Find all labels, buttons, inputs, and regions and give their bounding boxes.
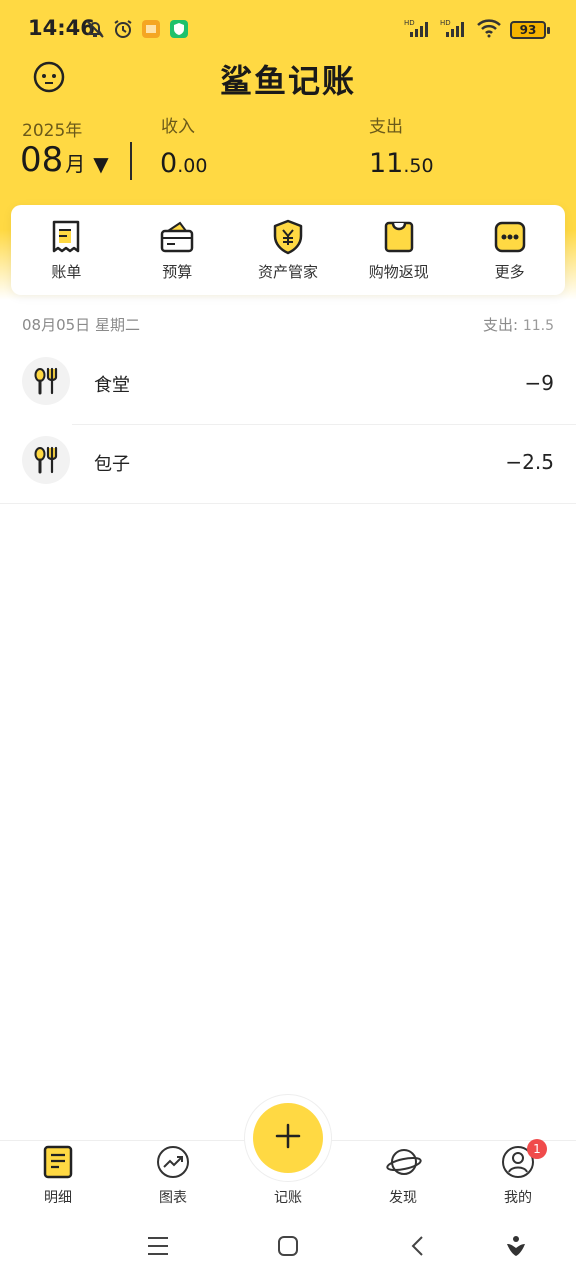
quick-menu: 账单 预算 资产管家 购物返现 更多 — [11, 205, 565, 295]
app-screen: 14:46 HD HD 93 鲨鱼记账 2025年 08 月 ▼ 收入 0.00… — [0, 0, 576, 1280]
income-decimal: .00 — [177, 155, 208, 177]
income-value: 0.00 — [160, 148, 207, 179]
expense-label: 支出 — [369, 117, 403, 137]
record-row[interactable]: 包子 −2.5 — [0, 424, 576, 504]
year-label[interactable]: 2025年 — [22, 116, 82, 141]
food-icon — [22, 436, 70, 484]
quick-item-bill[interactable]: 账单 — [11, 205, 122, 295]
tab-chart[interactable]: 图表 — [123, 1141, 223, 1211]
record-amount: −9 — [524, 371, 554, 395]
quick-item-more[interactable]: 更多 — [454, 205, 565, 295]
quick-item-label: 账单 — [51, 263, 82, 281]
tab-label: 我的 — [504, 1190, 532, 1206]
security-app-icon — [168, 18, 190, 40]
bell-off-icon — [84, 18, 106, 40]
day-expense-label: 支出: — [482, 316, 519, 334]
battery-icon: 93 — [510, 21, 550, 39]
record-amount: −2.5 — [505, 450, 554, 474]
profile-icon: 1 — [501, 1139, 547, 1179]
quick-item-budget[interactable]: 预算 — [122, 205, 233, 295]
more-dots-icon — [493, 219, 527, 255]
wifi-icon — [476, 18, 502, 42]
tab-label: 记账 — [274, 1190, 302, 1206]
status-icons-left — [84, 18, 190, 40]
svg-text:HD: HD — [440, 19, 451, 27]
quick-item-assets[interactable]: 资产管家 — [233, 205, 344, 295]
app-title: 鲨鱼记账 — [219, 62, 356, 100]
quick-item-label: 资产管家 — [257, 263, 318, 281]
budget-wallet-icon — [160, 219, 194, 255]
record-row[interactable]: 食堂 −9 — [0, 345, 576, 425]
chart-trend-icon — [156, 1145, 190, 1179]
quick-item-cashback[interactable]: 购物返现 — [343, 205, 454, 295]
record-date: 08月05日 星期二 — [22, 316, 140, 334]
home-square-icon[interactable] — [274, 1232, 302, 1260]
row-divider — [0, 503, 576, 504]
income-integer: 0 — [160, 148, 178, 179]
tab-label: 图表 — [159, 1190, 187, 1206]
month-unit: 月 — [65, 152, 86, 176]
header-divider — [130, 142, 132, 180]
record-category: 食堂 — [94, 375, 130, 396]
status-icons-right: HD HD 93 — [404, 18, 550, 42]
shopping-bag-icon — [382, 219, 416, 255]
bill-icon — [49, 219, 83, 255]
system-nav-bar — [0, 1210, 576, 1280]
record-category: 包子 — [94, 454, 130, 475]
expense-value: 11.50 — [369, 148, 434, 179]
gallery-app-icon — [140, 18, 162, 40]
hd-signal-icon: HD — [440, 18, 468, 42]
status-bar: 14:46 HD HD 93 — [0, 12, 576, 48]
day-expense-summary: 支出: 11.5 — [483, 314, 554, 335]
hd-signal-icon: HD — [404, 18, 432, 42]
tab-detail[interactable]: 明细 — [8, 1141, 108, 1211]
date-group-header: 08月05日 星期二 支出: 11.5 — [22, 314, 554, 335]
day-expense-value: 11.5 — [522, 318, 554, 334]
income-label: 收入 — [161, 117, 195, 137]
month-selector[interactable]: 08 月 ▼ — [20, 140, 109, 180]
svg-text:HD: HD — [404, 19, 415, 27]
menu-icon[interactable] — [144, 1232, 172, 1260]
alarm-icon — [112, 18, 134, 40]
asset-shield-icon — [271, 219, 305, 255]
notification-badge: 1 — [527, 1139, 547, 1159]
quick-item-label: 购物返现 — [368, 263, 429, 281]
food-icon — [22, 357, 70, 405]
month-value: 08 — [20, 140, 64, 180]
expense-integer: 11 — [369, 148, 404, 179]
tab-label: 明细 — [44, 1190, 72, 1206]
quick-item-label: 预算 — [162, 263, 193, 281]
back-icon[interactable] — [404, 1232, 432, 1260]
expense-decimal: .50 — [403, 155, 434, 177]
tab-mine[interactable]: 1 我的 — [468, 1139, 568, 1211]
add-record-button[interactable] — [253, 1103, 323, 1173]
quick-item-label: 更多 — [494, 263, 525, 281]
chevron-down-icon: ▼ — [93, 152, 109, 176]
assistant-icon[interactable] — [502, 1232, 530, 1260]
planet-icon — [386, 1145, 422, 1179]
tab-discover[interactable]: 发现 — [353, 1141, 453, 1211]
detail-list-icon — [41, 1145, 75, 1179]
plus-icon — [274, 1122, 302, 1154]
tab-label: 发现 — [389, 1190, 417, 1206]
